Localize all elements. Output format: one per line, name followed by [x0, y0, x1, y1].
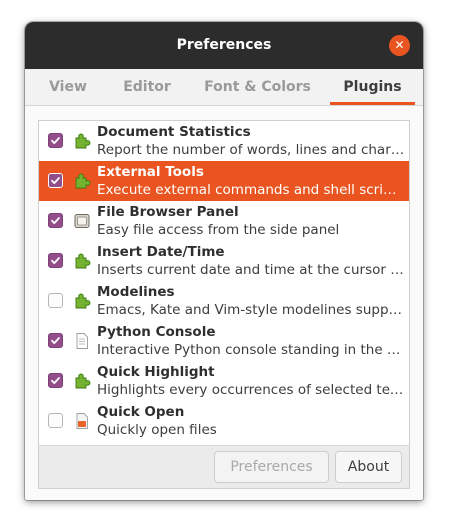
window-title: Preferences: [176, 37, 272, 53]
plugin-row[interactable]: Modelines Emacs, Kate and Vim-style model…: [39, 281, 409, 321]
close-button[interactable]: ✕: [389, 35, 410, 56]
plugin-name: Python Console: [97, 324, 216, 340]
plugin-name: Quick Highlight: [97, 364, 215, 380]
plugin-name: Modelines: [97, 284, 175, 300]
folder-icon: [73, 412, 91, 430]
plugin-enable-checkbox[interactable]: [48, 133, 63, 148]
plugin-row[interactable]: Python Console Interactive Python console…: [39, 321, 409, 361]
plugin-row[interactable]: File Browser Panel Easy file access from …: [39, 201, 409, 241]
plugin-row[interactable]: Document Statistics Report the number of …: [39, 121, 409, 161]
plugin-description: Emacs, Kate and Vim-style modelines supp…: [97, 302, 405, 318]
plugin-enable-checkbox[interactable]: [48, 213, 63, 228]
document-icon: [73, 332, 91, 350]
close-icon: ✕: [394, 38, 405, 52]
puzzle-icon: [73, 252, 91, 270]
tab-font-colors[interactable]: Font & Colors: [195, 69, 320, 105]
plugin-row[interactable]: Quick Highlight Highlights every occurren…: [39, 361, 409, 401]
panel-icon: [73, 212, 91, 230]
plugin-enable-checkbox[interactable]: [48, 293, 63, 308]
plugin-name: Document Statistics: [97, 124, 251, 140]
tab-view[interactable]: View: [33, 69, 103, 105]
plugin-list[interactable]: Document Statistics Report the number of …: [38, 120, 410, 447]
plugin-description: Execute external commands and shell scri…: [97, 182, 405, 198]
plugin-enable-checkbox[interactable]: [48, 373, 63, 388]
tab-plugins[interactable]: Plugins: [330, 69, 415, 105]
plugin-enable-checkbox[interactable]: [48, 333, 63, 348]
plugin-description: Inserts current date and time at the cur…: [97, 262, 405, 278]
plugin-row[interactable]: Insert Date/Time Inserts current date and…: [39, 241, 409, 281]
plugin-description: Easy file access from the side panel: [97, 222, 340, 238]
tab-editor[interactable]: Editor: [107, 69, 187, 105]
plugin-description: Report the number of words, lines and ch…: [97, 142, 405, 158]
preferences-window: Preferences ✕ View Editor Font & Colors …: [25, 22, 423, 500]
plugin-row[interactable]: External Tools Execute external commands …: [39, 161, 409, 201]
plugin-name: Quick Open: [97, 404, 185, 420]
puzzle-icon: [73, 172, 91, 190]
plugin-description: Highlights every occurrences of selected…: [97, 382, 405, 398]
plugin-name: Insert Date/Time: [97, 244, 225, 260]
plugin-name: File Browser Panel: [97, 204, 239, 220]
plugin-row[interactable]: Quick Open Quickly open files: [39, 401, 409, 441]
tab-bar: View Editor Font & Colors Plugins: [25, 69, 423, 106]
plugin-preferences-button[interactable]: Preferences: [214, 451, 329, 483]
plugin-enable-checkbox[interactable]: [48, 253, 63, 268]
puzzle-icon: [73, 292, 91, 310]
about-button[interactable]: About: [335, 451, 402, 483]
title-bar[interactable]: Preferences ✕: [25, 22, 423, 69]
plugin-action-bar: Preferences About: [38, 445, 410, 489]
plugin-description: Quickly open files: [97, 422, 217, 438]
plugin-enable-checkbox[interactable]: [48, 173, 63, 188]
plugin-enable-checkbox[interactable]: [48, 413, 63, 428]
puzzle-icon: [73, 132, 91, 150]
plugin-description: Interactive Python console standing in t…: [97, 342, 405, 358]
plugin-name: External Tools: [97, 164, 204, 180]
puzzle-icon: [73, 372, 91, 390]
